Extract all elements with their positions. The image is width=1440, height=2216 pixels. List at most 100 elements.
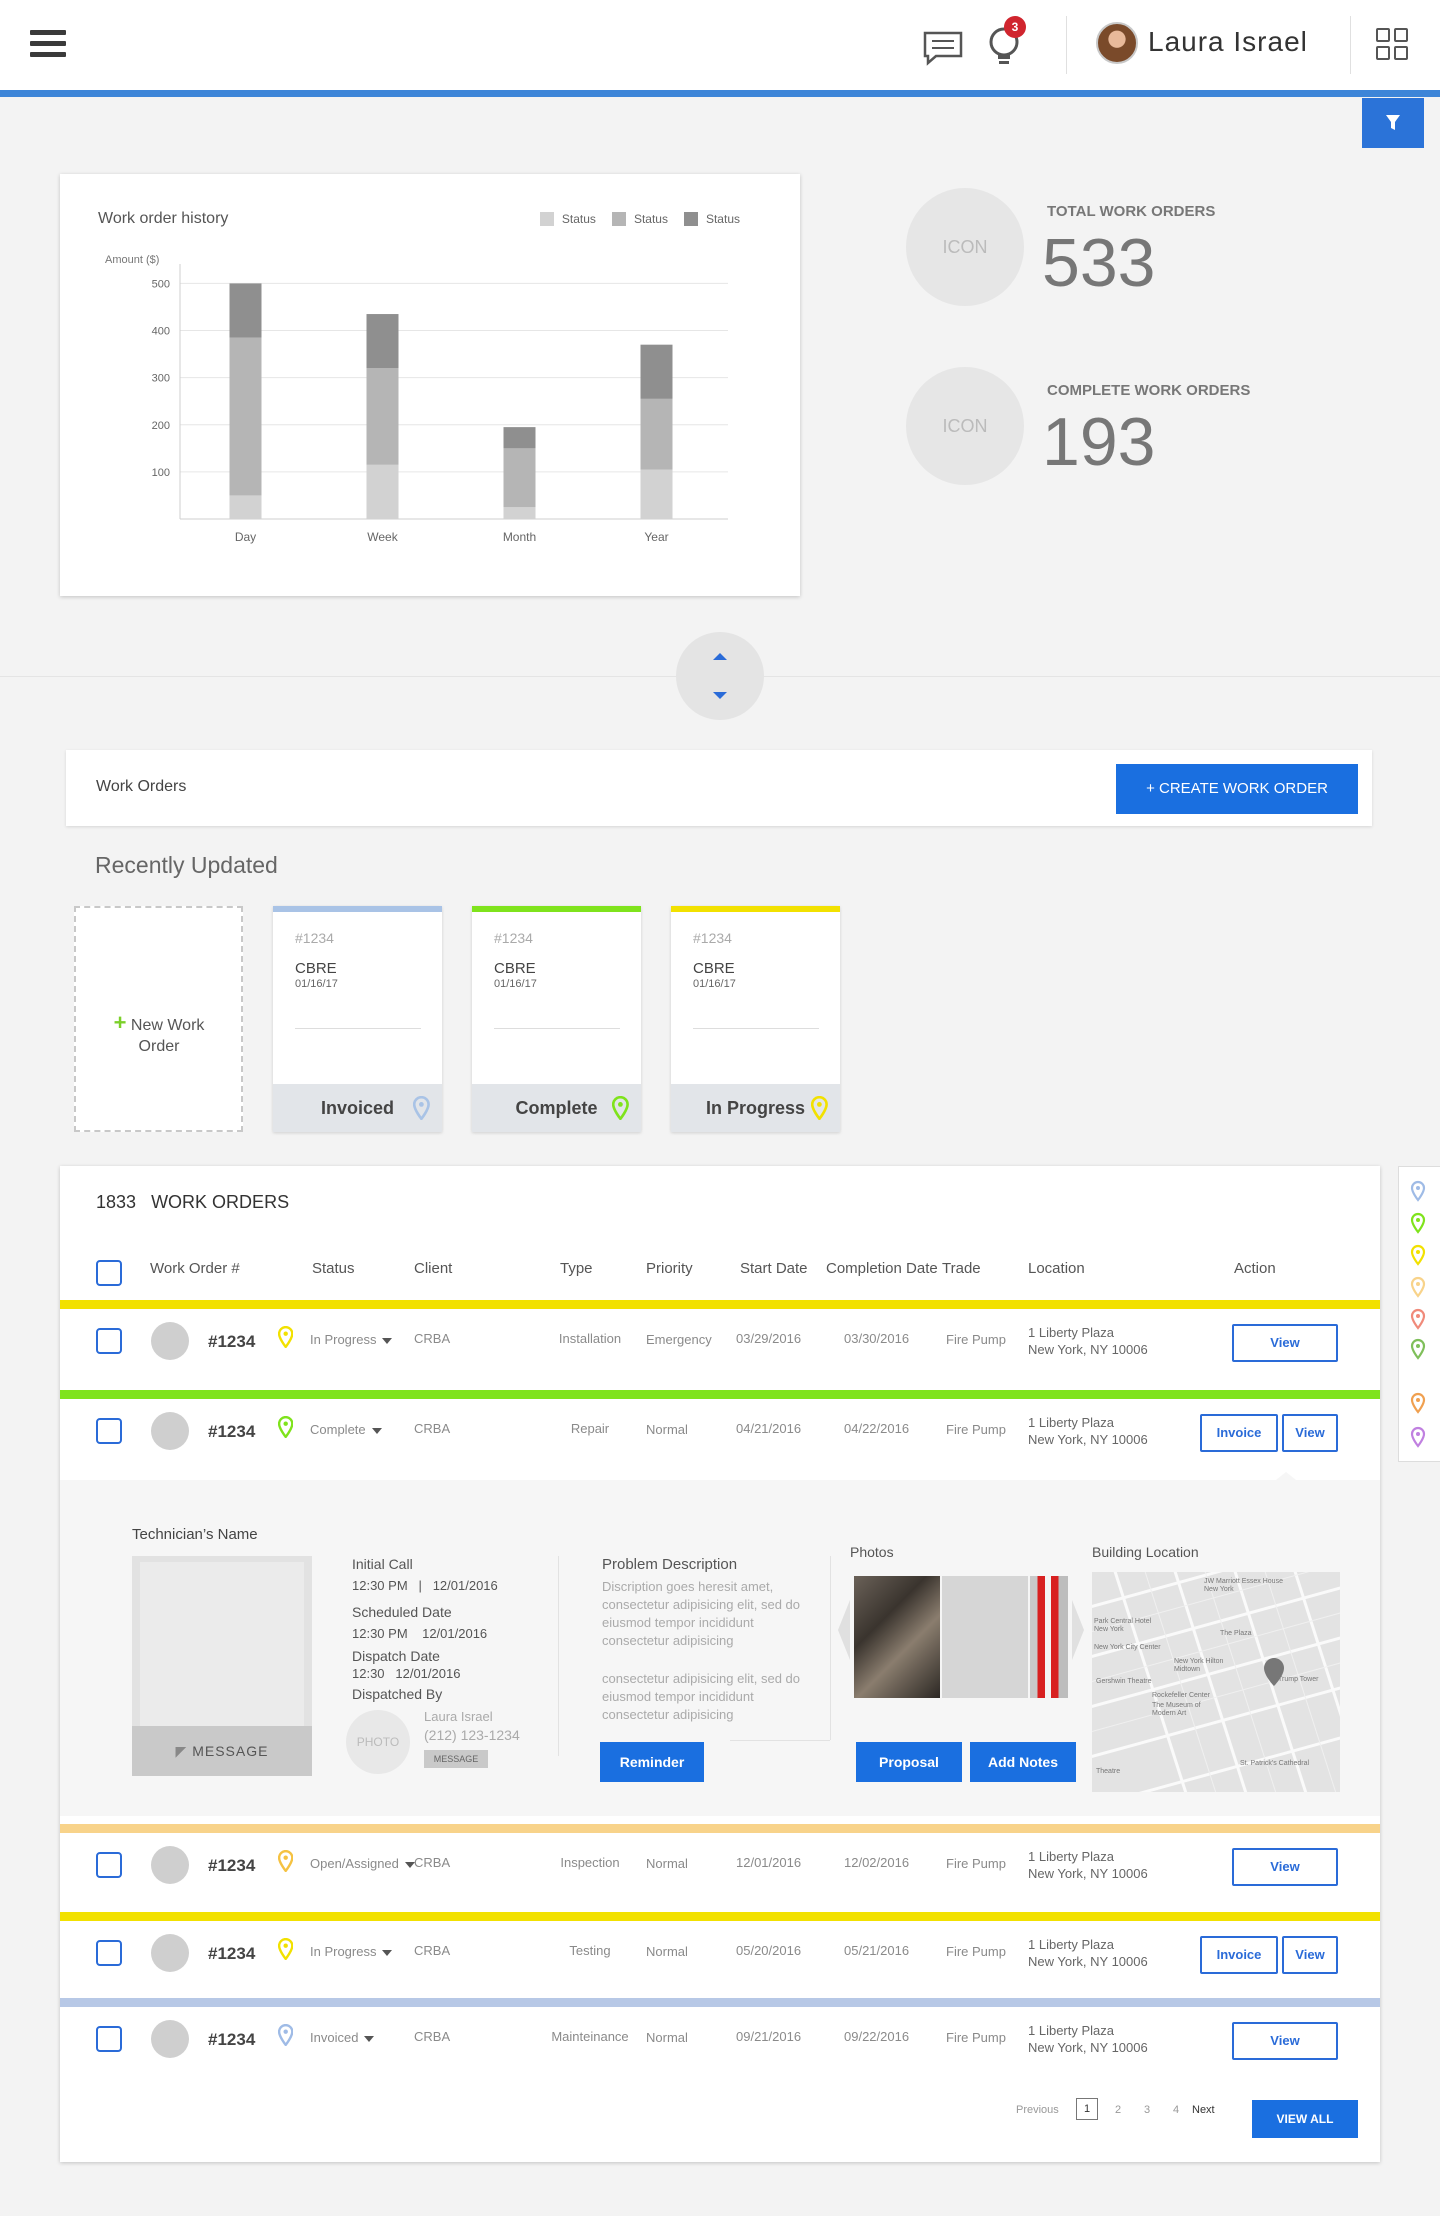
row-client: CRBA (414, 1331, 451, 1346)
photo-thumbnail[interactable] (854, 1576, 940, 1698)
row-location-line2: New York, NY 10006 (1028, 1342, 1148, 1357)
photo-thumbnail[interactable] (1030, 1576, 1068, 1698)
recent-work-order-card[interactable]: #1234 CBRE 01/16/17 Invoiced (273, 906, 442, 1132)
row-priority: Normal (646, 1422, 688, 1437)
view-button[interactable]: View (1282, 1414, 1338, 1452)
proposal-button[interactable]: Proposal (856, 1742, 962, 1782)
recent-work-order-card[interactable]: #1234 CBRE 01/16/17 In Progress (671, 906, 840, 1132)
header-trade[interactable]: Trade (942, 1260, 981, 1277)
technician-name: Technician’s Name (132, 1526, 258, 1543)
bar-segment (503, 427, 536, 449)
row-work-order-number[interactable]: #1234 (208, 1332, 255, 1352)
legend-pin-icon[interactable] (1410, 1426, 1426, 1448)
row-work-order-number[interactable]: #1234 (208, 1944, 255, 1964)
row-status-dropdown[interactable]: Open/Assigned (310, 1856, 415, 1871)
add-notes-button[interactable]: Add Notes (970, 1742, 1076, 1782)
collapse-toggle[interactable] (676, 632, 764, 720)
legend-swatch-1 (539, 212, 554, 226)
select-all-checkbox[interactable] (96, 1260, 122, 1286)
row-checkbox[interactable] (96, 1418, 122, 1444)
total-work-orders-label: TOTAL WORK ORDERS (1047, 203, 1216, 220)
map-label: Theatre (1096, 1768, 1121, 1775)
work-order-history-chart: Amount ($) 100 200 300 400 500 Day Week Month Yea… (105, 254, 728, 544)
row-checkbox[interactable] (96, 1328, 122, 1354)
menu-icon[interactable] (30, 30, 66, 58)
legend-pin-icon[interactable] (1410, 1180, 1426, 1202)
card-footer: Invoiced (273, 1084, 442, 1132)
x-tick-label: Day (235, 530, 256, 544)
photo-thumbnail[interactable] (942, 1576, 1028, 1698)
header-priority[interactable]: Priority (646, 1260, 693, 1277)
work-orders-title: Work Orders (96, 778, 187, 795)
avatar[interactable] (1096, 22, 1138, 64)
legend-pin-icon[interactable] (1410, 1244, 1426, 1266)
row-avatar (151, 1934, 189, 1972)
dispatch-date-time: 12:30 12/01/2016 (352, 1666, 461, 1681)
pagination-previous[interactable]: Previous (1016, 2104, 1059, 2116)
user-name[interactable]: Laura Israel (1148, 26, 1308, 58)
row-status: Complete (310, 1422, 366, 1437)
row-status-dropdown[interactable]: In Progress (310, 1332, 393, 1347)
header-completion-date[interactable]: Completion Date (826, 1260, 938, 1277)
row-avatar (151, 2020, 189, 2058)
row-status-dropdown[interactable]: Invoiced (310, 2030, 375, 2045)
pin-legend-icons (1410, 1180, 1426, 1448)
map-label: The Museum of Modern Art (1152, 1702, 1201, 1717)
invoice-button[interactable]: Invoice (1200, 1936, 1278, 1974)
legend-pin-icon[interactable] (1410, 1308, 1426, 1330)
row-checkbox[interactable] (96, 1940, 122, 1966)
header-status[interactable]: Status (312, 1260, 355, 1277)
invoice-button[interactable]: Invoice (1200, 1414, 1278, 1452)
legend-pin-icon[interactable] (1410, 1338, 1426, 1360)
pagination-page-4[interactable]: 4 (1173, 2104, 1179, 2116)
row-work-order-number[interactable]: #1234 (208, 2030, 255, 2050)
row-checkbox[interactable] (96, 1852, 122, 1878)
header-work-order[interactable]: Work Order # (150, 1260, 240, 1277)
card-divider (295, 1028, 421, 1029)
row-status-line (60, 1390, 1380, 1399)
header-type[interactable]: Type (560, 1260, 593, 1277)
y-tick-label: 300 (152, 373, 170, 385)
view-all-button[interactable]: VIEW ALL (1252, 2100, 1358, 2138)
header-location[interactable]: Location (1028, 1260, 1085, 1277)
new-work-order-card[interactable]: + New Work Order (74, 906, 243, 1132)
message-dispatcher-button[interactable]: MESSAGE (424, 1750, 488, 1768)
legend-pin-icon[interactable] (1410, 1212, 1426, 1234)
header-client[interactable]: Client (414, 1260, 452, 1277)
row-work-order-number[interactable]: #1234 (208, 1856, 255, 1876)
header-start-date[interactable]: Start Date (740, 1260, 808, 1277)
row-status-dropdown[interactable]: In Progress (310, 1944, 393, 1959)
view-button[interactable]: View (1232, 2022, 1338, 2060)
collapse-arrows-icon (713, 653, 727, 699)
row-checkbox[interactable] (96, 2026, 122, 2052)
header-action[interactable]: Action (1234, 1260, 1276, 1277)
building-map[interactable]: JW Marriott Essex House New York Park Ce… (1092, 1572, 1340, 1792)
row-trade: Fire Pump (946, 1944, 1006, 1959)
problem-description-text: Discription goes heresit amet, consectet… (602, 1579, 801, 1648)
pagination-next[interactable]: Next (1192, 2104, 1215, 2116)
message-technician-button[interactable]: ◤ MESSAGE (132, 1726, 312, 1776)
pagination-page-1[interactable]: 1 (1076, 2098, 1098, 2120)
legend-item: Status (611, 212, 668, 226)
pagination-page-2[interactable]: 2 (1115, 2104, 1121, 2116)
view-button[interactable]: View (1232, 1324, 1338, 1362)
row-work-order-number[interactable]: #1234 (208, 1422, 255, 1442)
row-location: 1 Liberty Plaza New York, NY 10006 (1028, 1848, 1148, 1882)
chat-icon[interactable] (922, 30, 964, 66)
reminder-button[interactable]: Reminder (600, 1742, 704, 1782)
view-button[interactable]: View (1232, 1848, 1338, 1886)
chart-legend: Status Status Status (539, 212, 740, 226)
row-priority: Normal (646, 1944, 688, 1959)
row-status-dropdown[interactable]: Complete (310, 1422, 382, 1437)
legend-pin-icon[interactable] (1410, 1276, 1426, 1298)
photos-prev-arrow[interactable] (838, 1600, 850, 1660)
row-avatar (151, 1846, 189, 1884)
filter-button[interactable] (1362, 98, 1424, 148)
pagination-page-3[interactable]: 3 (1144, 2104, 1150, 2116)
create-work-order-button[interactable]: + CREATE WORK ORDER (1116, 764, 1358, 814)
legend-pin-icon[interactable] (1410, 1392, 1426, 1414)
apps-grid-icon[interactable] (1376, 28, 1410, 62)
recent-work-order-card[interactable]: #1234 CBRE 01/16/17 Complete (472, 906, 641, 1132)
view-button[interactable]: View (1282, 1936, 1338, 1974)
photos-next-arrow[interactable] (1072, 1600, 1084, 1660)
